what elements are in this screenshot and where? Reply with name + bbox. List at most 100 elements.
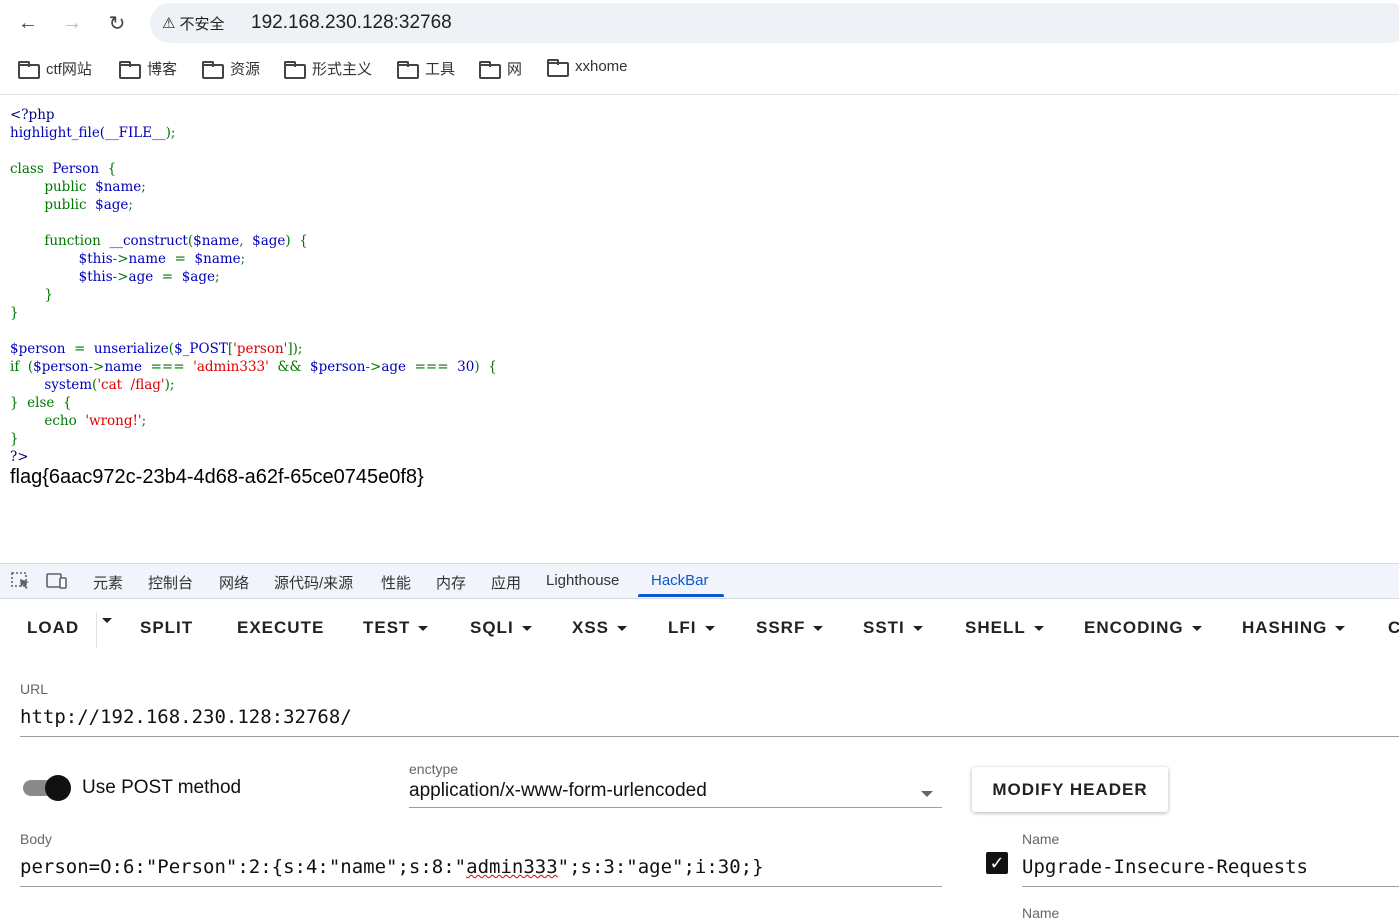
sqli-menu-button[interactable]: SQLI	[470, 618, 532, 638]
tab-performance[interactable]: 性能	[381, 572, 411, 593]
button-label: SQLI	[470, 618, 514, 637]
ssti-menu-button[interactable]: SSTI	[863, 618, 923, 638]
code-token: {	[99, 161, 117, 177]
xss-menu-button[interactable]: XSS	[572, 618, 628, 638]
url-input[interactable]: http://192.168.230.128:32768/	[20, 706, 1399, 737]
code-token: } else {	[10, 395, 72, 411]
bookmark-label: 博客	[147, 61, 178, 78]
code-token: ->	[112, 251, 129, 267]
folder-icon	[202, 61, 224, 79]
code-token: );	[164, 377, 175, 393]
overflow-menu-button[interactable]: C	[1388, 618, 1399, 638]
folder-icon	[397, 61, 419, 79]
caret-down-icon	[617, 625, 628, 631]
inspect-element-icon[interactable]	[11, 572, 31, 590]
code-token: ) {	[285, 233, 308, 249]
code-token: system	[44, 377, 93, 393]
code-token: Person	[52, 161, 100, 177]
code-token: <?php	[10, 107, 55, 123]
bookmark-label: 资源	[230, 61, 261, 78]
bookmark-folder[interactable]: xxhome	[547, 58, 628, 77]
encoding-menu-button[interactable]: ENCODING	[1084, 618, 1202, 638]
body-label: Body	[20, 831, 52, 847]
code-token: $person	[33, 359, 89, 375]
code-token: &&	[277, 359, 311, 375]
modify-header-button[interactable]: MODIFY HEADER	[972, 767, 1168, 812]
body-input[interactable]: person=O:6:"Person":2:{s:4:"name";s:8:"a…	[20, 856, 942, 887]
code-token: name	[128, 251, 175, 267]
dropdown-arrow-icon	[921, 791, 933, 797]
tab-hackbar[interactable]: HackBar	[651, 572, 709, 589]
toggle-knob[interactable]	[45, 775, 71, 801]
code-token: ===	[414, 359, 458, 375]
code-token: $name	[95, 179, 142, 195]
code-token: $name	[194, 251, 241, 267]
code-token: age	[128, 269, 162, 285]
load-button[interactable]: LOAD	[27, 618, 79, 638]
caret-down-icon	[1033, 625, 1044, 631]
tab-elements[interactable]: 元素	[93, 572, 123, 593]
hashing-menu-button[interactable]: HASHING	[1242, 618, 1346, 638]
code-token: age	[381, 359, 415, 375]
code-token: $person	[310, 359, 366, 375]
header-name-label: Name	[1022, 831, 1060, 847]
flag-output: flag{6aac972c-23b4-4d68-a62f-65ce0745e0f…	[10, 466, 424, 488]
code-token: ]);	[287, 341, 303, 357]
device-toolbar-icon[interactable]	[46, 572, 67, 590]
code-token: ?>	[10, 449, 29, 465]
button-label: ENCODING	[1084, 618, 1184, 637]
code-token: ->	[88, 359, 105, 375]
body-text: ";s:3:"age";i:30;}	[557, 856, 764, 878]
load-dropdown-button[interactable]	[102, 618, 112, 623]
folder-icon	[18, 61, 40, 79]
code-token: public	[44, 179, 96, 195]
code-token: =	[174, 251, 195, 267]
tab-application[interactable]: 应用	[491, 572, 521, 593]
lfi-menu-button[interactable]: LFI	[668, 618, 715, 638]
forward-arrow-icon[interactable]: →	[59, 10, 85, 36]
caret-down-icon	[521, 625, 532, 631]
caret-down-icon	[102, 618, 112, 623]
address-bar[interactable]: ⚠ 不安全 192.168.230.128:32768	[150, 3, 1399, 43]
enctype-select[interactable]: application/x-www-form-urlencoded	[409, 780, 942, 808]
tab-network[interactable]: 网络	[219, 572, 249, 593]
tab-memory[interactable]: 内存	[436, 572, 466, 593]
tab-lighthouse[interactable]: Lighthouse	[546, 572, 619, 589]
reload-icon[interactable]: ↻	[104, 10, 130, 36]
shell-menu-button[interactable]: SHELL	[965, 618, 1044, 638]
active-tab-indicator	[638, 594, 724, 597]
tab-console[interactable]: 控制台	[148, 572, 193, 593]
button-divider	[96, 612, 97, 648]
bookmark-folder[interactable]: 网	[479, 58, 522, 79]
code-token: ->	[365, 359, 382, 375]
code-token: ) {	[474, 359, 497, 375]
bookmark-folder[interactable]: 博客	[119, 58, 177, 79]
code-token: unserialize	[93, 341, 169, 357]
bookmark-folder[interactable]: 工具	[397, 58, 455, 79]
split-button[interactable]: SPLIT	[140, 618, 193, 638]
back-arrow-icon[interactable]: ←	[15, 10, 41, 36]
header-enabled-checkbox[interactable]: ✓	[986, 852, 1008, 874]
bookmark-label: 网	[507, 61, 523, 78]
caret-down-icon	[912, 625, 923, 631]
execute-button[interactable]: EXECUTE	[237, 618, 324, 638]
code-token: ;	[214, 269, 220, 285]
code-token: =	[161, 269, 182, 285]
warning-icon: ⚠	[162, 15, 176, 32]
spellcheck-word: admin333	[466, 856, 558, 878]
tab-sources[interactable]: 源代码/来源	[274, 572, 353, 593]
post-method-label: Use POST method	[82, 777, 242, 798]
security-indicator[interactable]: ⚠ 不安全	[162, 11, 224, 35]
button-label: SHELL	[965, 618, 1026, 637]
bookmark-folder[interactable]: 资源	[202, 58, 260, 79]
code-token: ,	[239, 233, 253, 249]
code-token: class	[10, 161, 53, 177]
header-name-input[interactable]: Upgrade-Insecure-Requests	[1022, 856, 1399, 887]
bookmark-folder[interactable]: ctf网站	[18, 58, 92, 79]
ssrf-menu-button[interactable]: SSRF	[756, 618, 824, 638]
test-menu-button[interactable]: TEST	[363, 618, 429, 638]
code-token: 'cat /flag'	[97, 377, 165, 393]
address-text[interactable]: 192.168.230.128:32768	[251, 12, 452, 34]
bookmark-folder[interactable]: 形式主义	[284, 58, 372, 79]
code-token: $age	[95, 197, 129, 213]
